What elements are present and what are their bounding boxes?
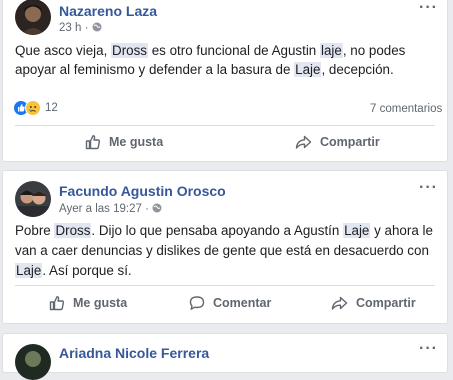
post-time[interactable]: 23 h · — [59, 22, 102, 34]
globe-icon — [152, 203, 162, 215]
reactions-count: 12 — [45, 102, 58, 114]
hashtag-link[interactable]: Laje — [15, 263, 43, 278]
hashtag-link[interactable]: laje — [319, 43, 343, 58]
like-button[interactable]: Me gusta — [49, 295, 127, 311]
sad-reaction-icon — [25, 100, 41, 116]
divider — [15, 285, 435, 286]
post-card: Facundo Agustin Orosco Ayer a las 19:27 … — [2, 170, 448, 324]
comment-icon — [189, 296, 205, 310]
comment-button[interactable]: Comentar — [189, 295, 271, 311]
globe-icon — [92, 22, 102, 34]
avatar[interactable] — [15, 344, 51, 380]
author-name[interactable]: Nazareno Laza — [59, 3, 157, 19]
post-text: Pobre Dross. Dijo lo que pensaba apoyand… — [15, 223, 433, 278]
reactions-summary[interactable]: 12 — [13, 100, 58, 116]
share-icon — [295, 135, 312, 149]
post-time[interactable]: Ayer a las 19:27 · — [59, 203, 162, 215]
share-button[interactable]: Compartir — [331, 295, 416, 311]
post-card: Ariadna Nicole Ferrera ··· — [2, 333, 448, 380]
hashtag-link[interactable]: Dross — [111, 43, 148, 58]
author-name[interactable]: Ariadna Nicole Ferrera — [59, 345, 209, 361]
divider — [15, 125, 435, 126]
post-text: Que asco vieja, Dross es otro funcional … — [15, 43, 406, 77]
timestamp[interactable]: 23 h — [59, 22, 81, 34]
share-icon — [331, 296, 348, 310]
comments-count[interactable]: 7 comentarios — [370, 103, 442, 115]
timestamp[interactable]: Ayer a las 19:27 — [59, 203, 142, 215]
thumbs-up-icon — [85, 135, 101, 150]
share-button[interactable]: Compartir — [295, 134, 380, 150]
hashtag-link[interactable]: Laje — [294, 62, 322, 77]
hashtag-link[interactable]: Laje — [343, 223, 371, 238]
more-options-icon[interactable]: ··· — [419, 340, 438, 358]
avatar[interactable] — [15, 0, 51, 35]
hashtag-link[interactable]: Dross — [54, 223, 92, 238]
like-button[interactable]: Me gusta — [85, 134, 163, 150]
author-name[interactable]: Facundo Agustin Orosco — [59, 183, 226, 199]
avatar[interactable] — [15, 181, 51, 217]
more-options-icon[interactable]: ··· — [419, 179, 438, 197]
more-options-icon[interactable]: ··· — [419, 0, 438, 17]
post-card: Nazareno Laza 23 h · ··· Que asco vieja,… — [2, 0, 448, 162]
thumbs-up-icon — [49, 296, 65, 311]
